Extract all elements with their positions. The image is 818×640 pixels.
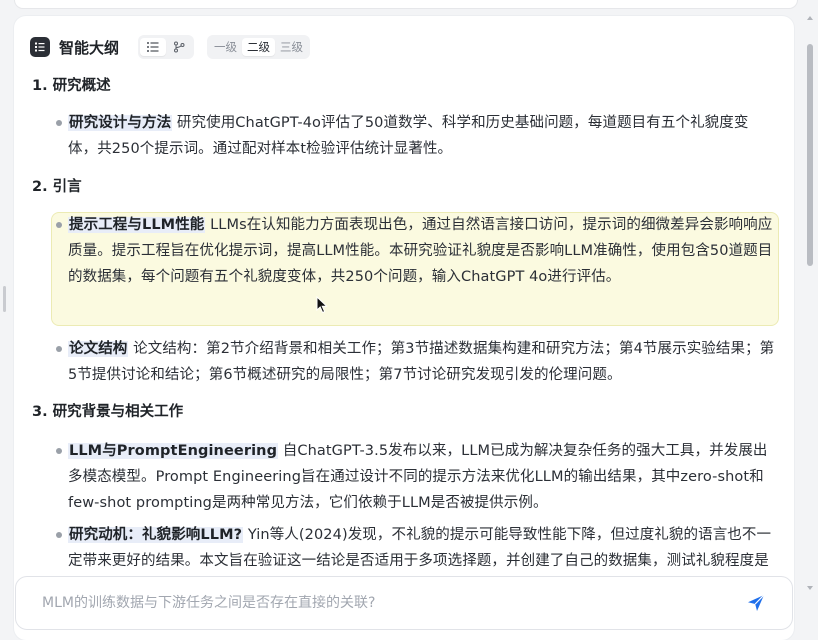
item-title: 研究设计与方法 [68,115,173,131]
section-heading: 2. 引言 [32,179,82,195]
outline-item[interactable]: 论文结构 论文结构：第2节介绍背景和相关工作；第3节描述数据集构建和研究方法；第… [52,336,778,388]
item-title: LLM与PromptEngineering [68,443,279,459]
mindmap-view-icon [174,41,185,53]
level-toggle: 一级 二级 三级 [207,35,311,59]
mouse-cursor-icon [316,296,328,314]
resize-handle[interactable] [3,286,6,312]
send-icon [748,594,765,611]
panel-header: 智能大纲 一级 二级 三级 [30,35,311,59]
panel-title: 智能大纲 [59,38,120,57]
item-title: 研究动机：礼貌影响LLM? [68,527,244,543]
send-button[interactable] [744,591,768,615]
section-heading: 1. 研究概述 [32,78,111,94]
item-title: 论文结构 [68,341,129,357]
outline-item[interactable]: 研究动机：礼貌影响LLM? Yin等人(2024)发现，不礼貌的提示可能导致性能… [52,522,778,570]
level-2-button[interactable]: 二级 [242,38,276,56]
scroll-down-arrow-icon[interactable] [807,586,813,590]
scrollbar-thumb[interactable] [807,44,813,266]
question-input[interactable] [40,594,744,612]
mindmap-view-button[interactable] [166,38,192,56]
bullet-dot [56,448,62,454]
scroll-up-arrow-icon[interactable] [807,16,813,20]
outline-list-icon [30,37,50,57]
outline-content: 1. 研究概述 研究设计与方法 研究使用ChatGPT-4o评估了50道数学、科… [14,70,794,570]
outline-item-highlighted[interactable]: 提示工程与LLM性能 LLMs在认知能力方面表现出色，通过自然语言接口访问，提示… [51,212,779,326]
bullet-dot [56,222,62,228]
list-view-icon [147,42,159,52]
section-heading: 3. 研究背景与相关工作 [32,404,184,420]
bullet-dot [56,346,62,352]
chat-input-box [15,576,793,630]
item-body: 论文结构：第2节介绍背景和相关工作；第3节描述数据集构建和研究方法；第4节展示实… [68,341,775,383]
bullet-dot [56,120,62,126]
view-mode-toggle [138,35,195,59]
previous-panel-edge [14,0,798,9]
outline-item[interactable]: LLM与PromptEngineering 自ChatGPT-3.5发布以来，L… [52,438,778,516]
outline-item[interactable]: 研究设计与方法 研究使用ChatGPT-4o评估了50道数学、科学和历史基础问题… [52,110,778,162]
list-view-button[interactable] [140,38,167,56]
level-3-button[interactable]: 三级 [275,38,308,56]
smart-outline-panel: 智能大纲 一级 二级 三级 1. 研究概述 研究设计与方法 研究使用ChatGP… [14,16,794,640]
item-title: 提示工程与LLM性能 [68,217,206,233]
level-1-button[interactable]: 一级 [209,38,242,56]
scrollbar[interactable] [806,26,814,566]
bullet-dot [56,532,62,538]
